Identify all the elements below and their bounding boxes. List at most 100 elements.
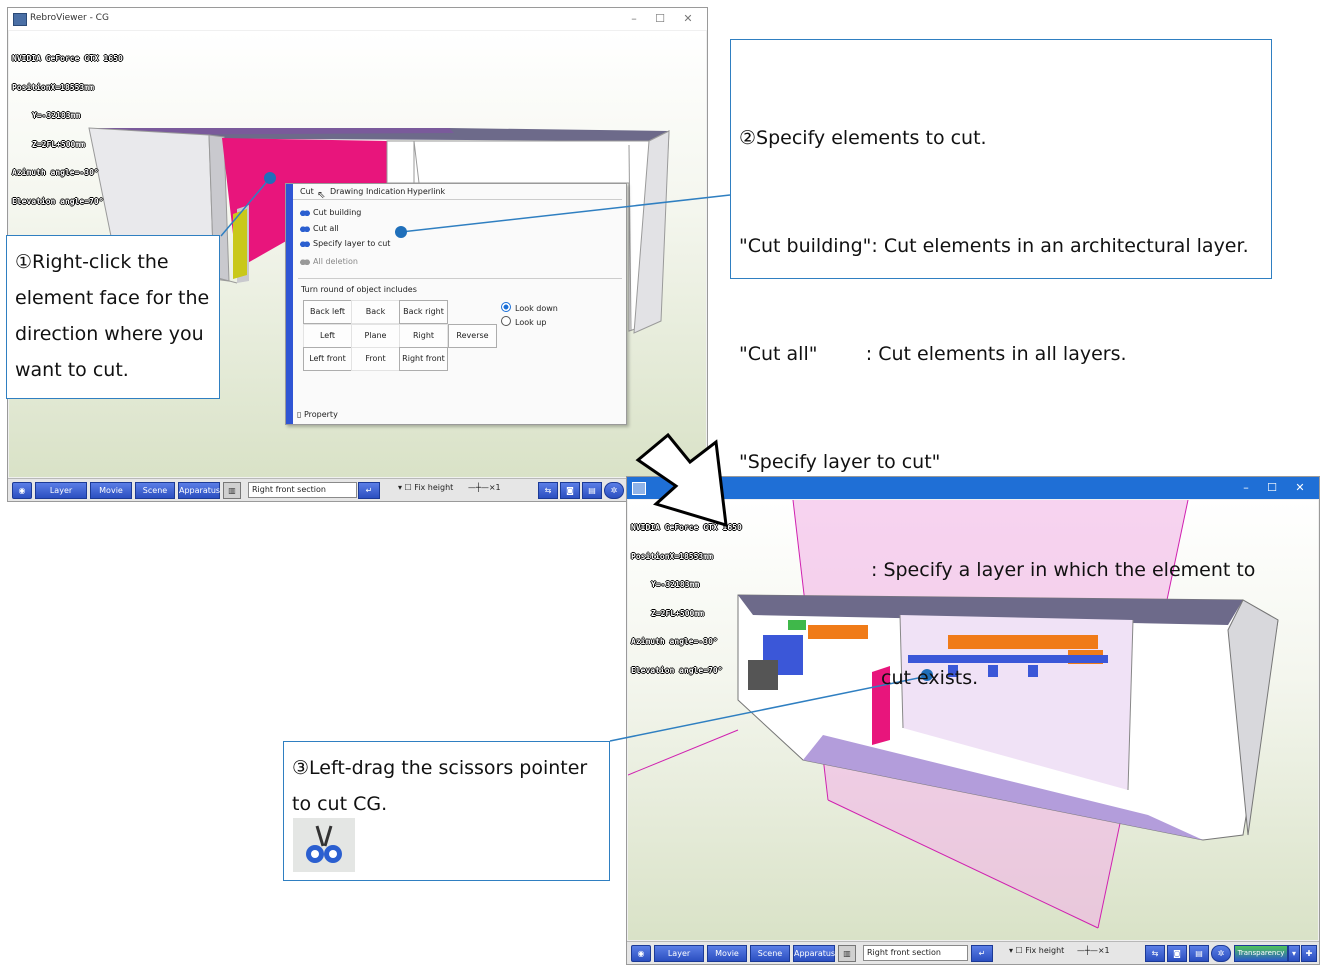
home-button[interactable]: ◉	[12, 482, 32, 499]
scissors-pointer-icon	[293, 818, 355, 872]
fix-height-checkbox[interactable]: ▾ ☐ Fix height	[1009, 946, 1064, 955]
transparency-dropdown[interactable]: ▾	[1288, 945, 1300, 962]
radio-empty-icon	[501, 316, 511, 326]
position-z-label: Z=2FL+500mm	[32, 139, 85, 149]
all-deletion-label: All deletion	[313, 257, 358, 266]
panel-toggle-button[interactable]: ▥	[223, 482, 241, 499]
apply-view-button[interactable]: ↵	[358, 482, 380, 499]
radio-selected-icon	[501, 302, 511, 312]
scissors-icon	[300, 256, 310, 265]
fix-height-label: Fix height	[414, 483, 454, 492]
callout1-line: element face for the	[15, 287, 210, 309]
context-menu: Cut ⇖ Drawing Indication Hyperlink Cut b…	[285, 183, 627, 425]
property-toggle[interactable]: ▯ Property	[297, 410, 338, 419]
callout1-line: want to cut.	[15, 359, 129, 381]
callout2-line: : Specify a layer in which the element t…	[871, 559, 1256, 581]
print-button[interactable]: ▤	[582, 482, 602, 499]
look-up-radio[interactable]: Look up	[501, 316, 546, 327]
callout-pin-2	[395, 226, 407, 238]
panel-toggle-button[interactable]: ▥	[838, 945, 856, 962]
scissors-glyph	[306, 825, 342, 863]
camera-info: NVIDIA GeForce GTX 1650 PositionX=18553m…	[12, 35, 123, 225]
look-down-radio[interactable]: Look down	[501, 302, 558, 313]
fix-height-checkbox[interactable]: ▾ ☐ Fix height	[398, 483, 453, 492]
menu-item-cut-all[interactable]: Cut all	[300, 223, 339, 233]
tab-indication[interactable]: Indication	[366, 187, 405, 196]
callout2-line: "Specify layer to cut"	[739, 451, 941, 473]
scale-slider[interactable]: —┼—×1	[1077, 946, 1110, 955]
right-front-button[interactable]: Right front	[399, 347, 448, 371]
elevation-label: Elevation angle=70°	[631, 665, 723, 675]
cut-all-label: Cut all	[313, 224, 339, 233]
scale-label: ×1	[488, 483, 501, 492]
scene-button[interactable]: Scene	[135, 482, 175, 499]
look-down-label: Look down	[515, 304, 558, 313]
menu-divider	[298, 278, 622, 279]
camera-button[interactable]: ◙	[560, 482, 580, 499]
left-button[interactable]: Left	[303, 324, 352, 348]
callout2-line: "Cut building": Cut elements in an archi…	[739, 235, 1249, 257]
position-x-label: PositionX=18553mm	[631, 551, 713, 561]
movie-button[interactable]: Movie	[90, 482, 132, 499]
swap-button[interactable]: ⇆	[1145, 945, 1165, 962]
settings-button[interactable]: ✲	[1211, 945, 1231, 962]
close-button[interactable]: ✕	[1289, 480, 1311, 496]
settings-button[interactable]: ✲	[604, 482, 624, 499]
scene-button[interactable]: Scene	[750, 945, 790, 962]
menu-accent-strip	[286, 184, 293, 424]
position-z-label: Z=2FL+500mm	[651, 608, 704, 618]
tab-hyperlink[interactable]: Hyperlink	[407, 187, 445, 196]
bottom-toolbar: ◉ Layer Movie Scene Apparatus ▥ Right fr…	[8, 478, 707, 501]
movie-button[interactable]: Movie	[707, 945, 747, 962]
menu-item-all-deletion[interactable]: All deletion	[300, 256, 358, 266]
cut-building-label: Cut building	[313, 208, 362, 217]
callout1-line: direction where you	[15, 323, 204, 345]
callout1-line: ①Right-click the	[15, 251, 169, 273]
azimuth-label: Azimuth angle=-30°	[12, 168, 99, 177]
scale-slider[interactable]: —┼—×1	[468, 483, 501, 492]
view-select[interactable]: Right front section	[863, 945, 968, 961]
app-icon	[13, 13, 27, 26]
azimuth-label: Azimuth angle=-30°	[631, 637, 718, 646]
callout3-line: to cut CG.	[292, 793, 388, 815]
menu-item-specify-layer[interactable]: Specify layer to cut	[300, 238, 390, 248]
camera-button[interactable]: ◙	[1167, 945, 1187, 962]
scale-label: ×1	[1097, 946, 1110, 955]
menu-item-cut-building[interactable]: Cut building	[300, 207, 361, 217]
apparatus-button[interactable]: Apparatus	[178, 482, 220, 499]
callout-left-drag: ③Left-drag the scissors pointer to cut C…	[283, 741, 610, 881]
tab-underline	[293, 199, 622, 200]
tab-drawing[interactable]: Drawing	[330, 187, 363, 196]
specify-layer-label: Specify layer to cut	[313, 239, 391, 248]
apply-view-button[interactable]: ↵	[971, 945, 993, 962]
view-select[interactable]: Right front section	[248, 482, 357, 498]
maximize-button[interactable]: ☐	[649, 11, 671, 27]
tab-cut[interactable]: Cut	[300, 187, 314, 196]
callout2-line: ②Specify elements to cut.	[739, 127, 987, 149]
back-right-button[interactable]: Back right	[399, 300, 448, 324]
bottom-toolbar: ◉ Layer Movie Scene Apparatus ▥ Right fr…	[627, 941, 1319, 964]
plane-button[interactable]: Plane	[351, 324, 400, 348]
print-button[interactable]: ▤	[1189, 945, 1209, 962]
reverse-button[interactable]: Reverse	[448, 324, 497, 348]
right-button[interactable]: Right	[399, 324, 448, 348]
minimize-button[interactable]: –	[623, 11, 645, 27]
apparatus-button[interactable]: Apparatus	[793, 945, 835, 962]
front-button[interactable]: Front	[351, 347, 400, 371]
look-up-label: Look up	[515, 318, 547, 327]
home-button[interactable]: ◉	[631, 945, 651, 962]
swap-button[interactable]: ⇆	[538, 482, 558, 499]
layer-button[interactable]: Layer	[35, 482, 87, 499]
pin-button[interactable]: ✚	[1301, 945, 1317, 962]
back-left-button[interactable]: Back left	[303, 300, 352, 324]
position-x-label: PositionX=18553mm	[12, 82, 94, 92]
layer-button[interactable]: Layer	[654, 945, 704, 962]
window-title: RebroViewer - CG	[30, 13, 109, 23]
transparency-button[interactable]: Transparency	[1234, 945, 1288, 962]
transition-arrow-icon	[635, 432, 728, 528]
close-button[interactable]: ✕	[677, 11, 699, 27]
title-bar: RebroViewer - CG – ☐ ✕	[8, 8, 707, 30]
back-button[interactable]: Back	[351, 300, 400, 324]
left-front-button[interactable]: Left front	[303, 347, 352, 371]
gpu-label: NVIDIA GeForce GTX 1650	[12, 54, 123, 63]
